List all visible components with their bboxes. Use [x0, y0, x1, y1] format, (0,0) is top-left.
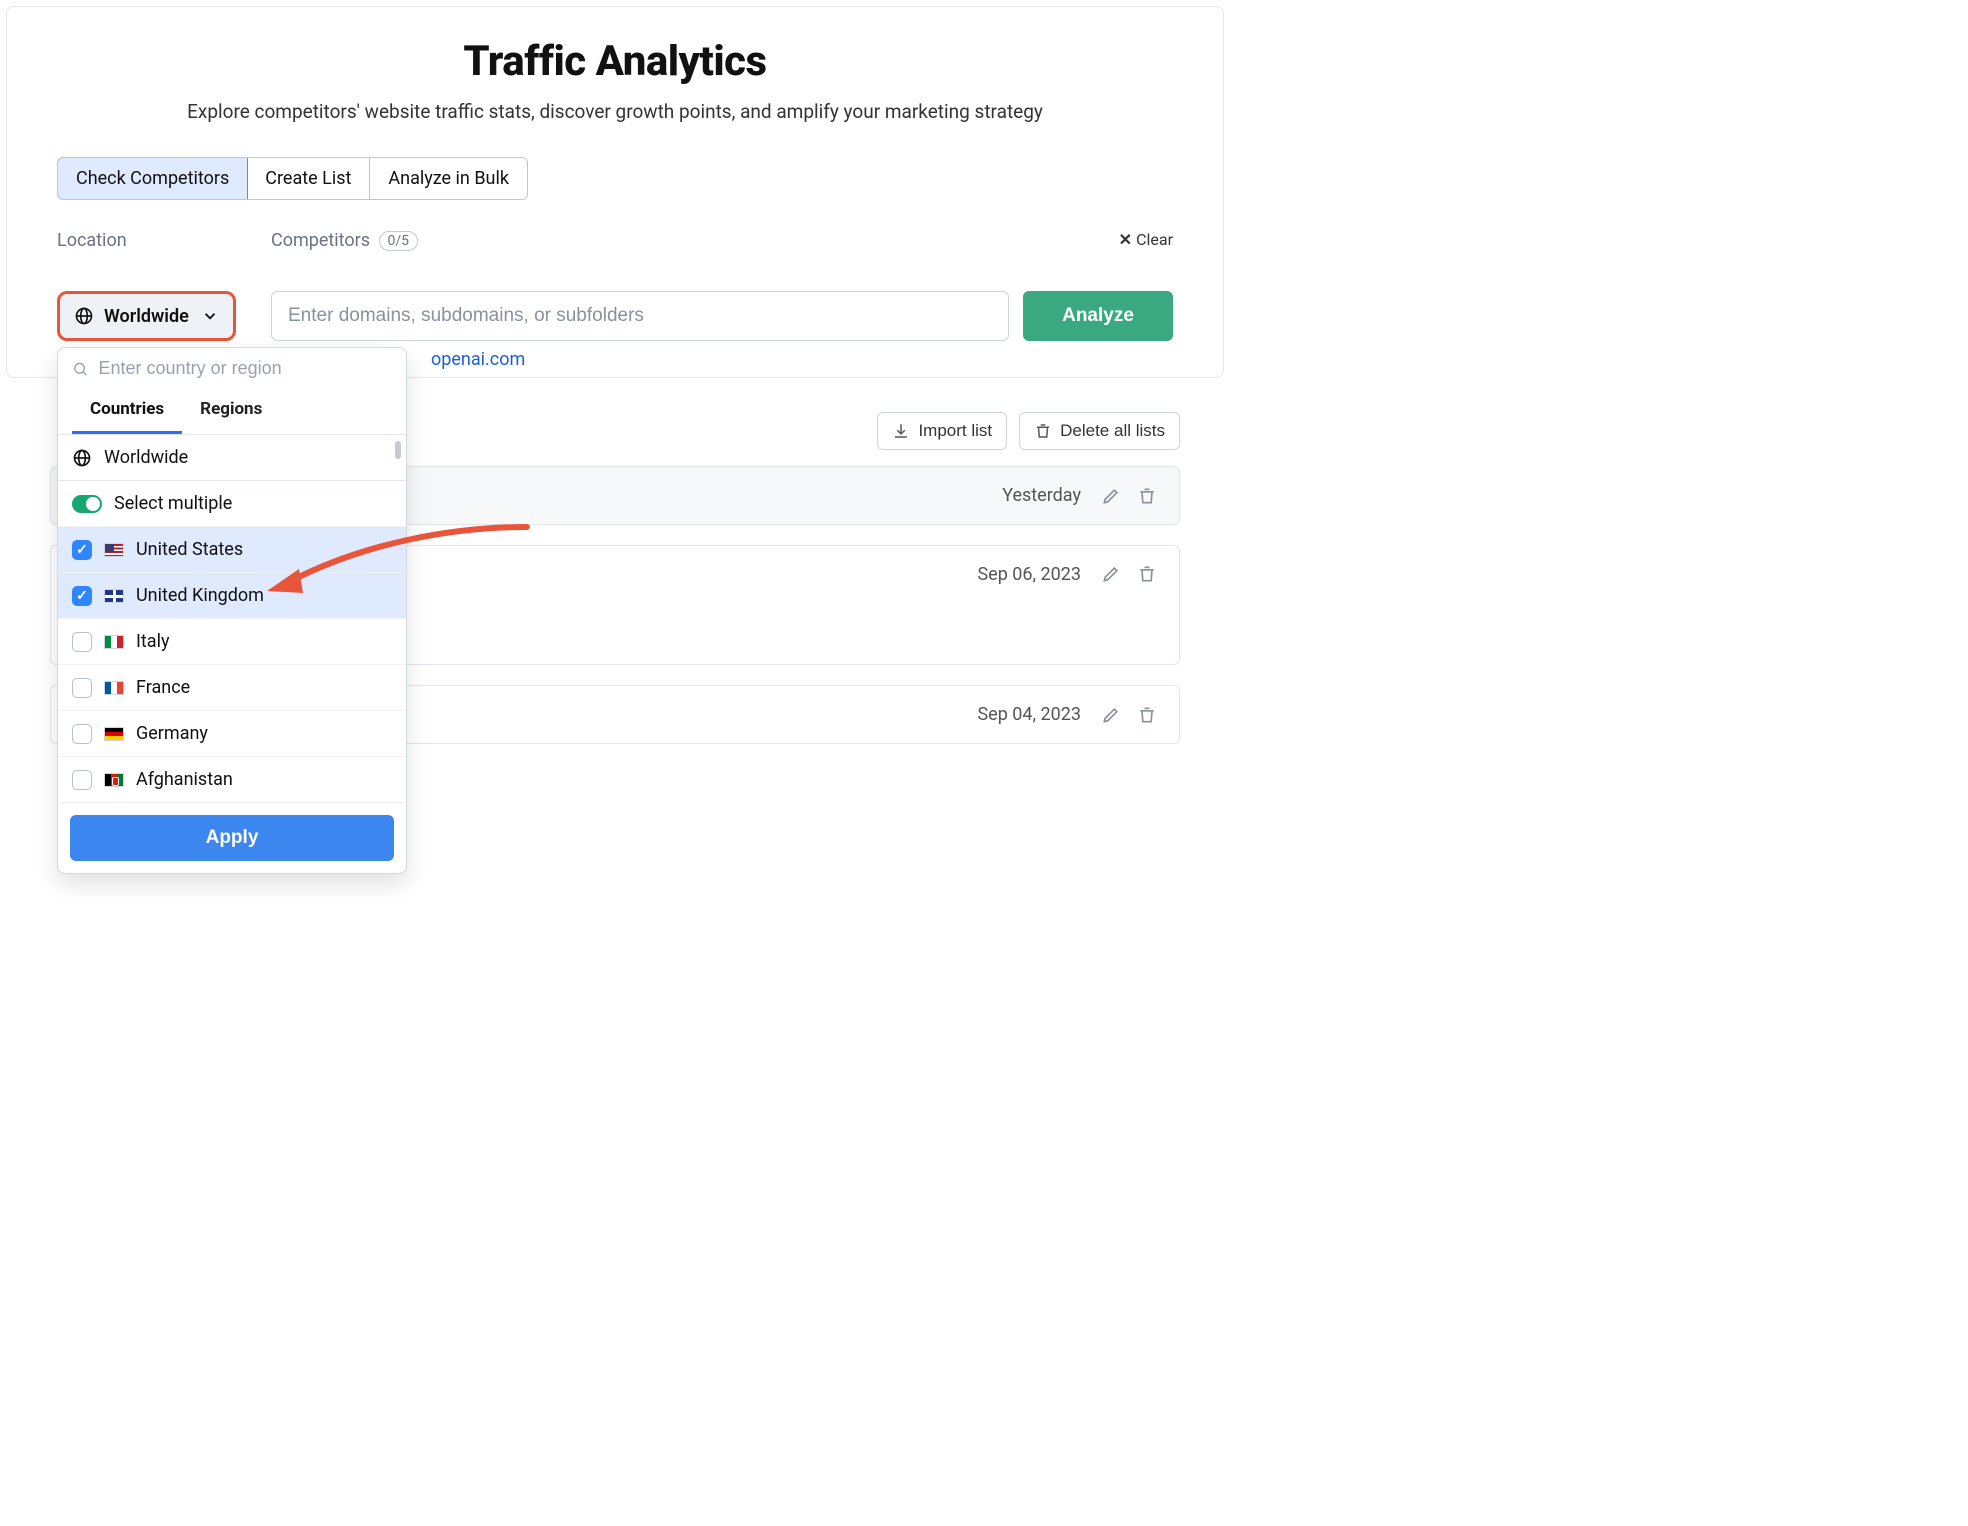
- page-title: Traffic Analytics: [57, 37, 1173, 86]
- flag-icon-us: [104, 543, 124, 557]
- import-list-button[interactable]: Import list: [877, 412, 1007, 450]
- edit-icon[interactable]: [1101, 564, 1121, 584]
- competitors-label: Competitors 0/5: [271, 230, 1009, 251]
- checkbox-empty-icon: [72, 678, 92, 698]
- dropdown-item-us[interactable]: ✓ United States: [58, 527, 406, 573]
- flag-icon-de: [104, 727, 124, 741]
- close-icon: ✕: [1119, 230, 1132, 249]
- toggle-on-icon: [72, 495, 102, 513]
- flag-icon-fr: [104, 681, 124, 695]
- dropdown-tab-regions[interactable]: Regions: [182, 389, 280, 434]
- checkbox-empty-icon: [72, 724, 92, 744]
- dropdown-item-uk[interactable]: ✓ United Kingdom: [58, 573, 406, 619]
- flag-icon-it: [104, 635, 124, 649]
- delete-all-label: Delete all lists: [1060, 421, 1165, 441]
- dropdown-item-label: Italy: [136, 631, 169, 652]
- competitors-label-text: Competitors: [271, 230, 370, 251]
- location-value: Worldwide: [104, 306, 189, 327]
- checkbox-empty-icon: [72, 632, 92, 652]
- domain-suggestion[interactable]: openai.com: [431, 349, 525, 370]
- select-multiple-label: Select multiple: [114, 493, 232, 514]
- page-subtitle: Explore competitors' website traffic sta…: [57, 100, 1173, 123]
- competitors-input[interactable]: [271, 291, 1009, 341]
- dropdown-item-afghanistan[interactable]: Afghanistan: [58, 757, 406, 803]
- checkbox-checked-icon: ✓: [72, 540, 92, 560]
- dropdown-tab-countries[interactable]: Countries: [72, 389, 182, 434]
- row-date: Sep 06, 2023: [977, 564, 1081, 585]
- checkbox-checked-icon: ✓: [72, 586, 92, 606]
- row-date: Yesterday: [1002, 485, 1081, 506]
- tab-analyze-bulk[interactable]: Analyze in Bulk: [370, 158, 527, 199]
- chevron-down-icon: [201, 307, 219, 325]
- tab-check-competitors[interactable]: Check Competitors: [57, 157, 248, 200]
- dropdown-item-france[interactable]: France: [58, 665, 406, 711]
- search-icon: [72, 360, 89, 378]
- clear-label: Clear: [1136, 230, 1173, 249]
- location-label: Location: [57, 230, 257, 251]
- dropdown-item-label: Germany: [136, 723, 208, 744]
- trash-icon: [1034, 422, 1052, 440]
- tab-create-list[interactable]: Create List: [247, 158, 370, 199]
- flag-icon-uk: [104, 589, 124, 603]
- dropdown-select-multiple[interactable]: Select multiple: [58, 481, 406, 527]
- download-icon: [892, 422, 910, 440]
- dropdown-item-label: France: [136, 677, 190, 698]
- dropdown-list: Worldwide Select multiple ✓ United State…: [58, 435, 406, 803]
- analyze-button[interactable]: Analyze: [1023, 291, 1173, 341]
- mode-tabs: Check Competitors Create List Analyze in…: [57, 157, 528, 200]
- scrollbar-thumb[interactable]: [395, 441, 401, 459]
- row-date: Sep 04, 2023: [977, 704, 1081, 725]
- dropdown-item-worldwide[interactable]: Worldwide: [58, 435, 406, 481]
- dropdown-tabs: Countries Regions: [58, 389, 406, 435]
- competitors-count-pill: 0/5: [379, 231, 419, 251]
- location-dropdown-button[interactable]: Worldwide: [57, 291, 236, 341]
- globe-icon: [74, 306, 94, 326]
- apply-button[interactable]: Apply: [70, 815, 394, 861]
- dropdown-item-label: Worldwide: [104, 447, 188, 468]
- delete-all-lists-button[interactable]: Delete all lists: [1019, 412, 1180, 450]
- checkbox-empty-icon: [72, 770, 92, 790]
- dropdown-item-label: Afghanistan: [136, 769, 233, 790]
- dropdown-search: [58, 348, 406, 389]
- trash-icon[interactable]: [1137, 705, 1157, 725]
- flag-icon-af: [104, 773, 124, 787]
- analytics-card: Traffic Analytics Explore competitors' w…: [6, 6, 1224, 378]
- trash-icon[interactable]: [1137, 564, 1157, 584]
- dropdown-item-label: United States: [136, 539, 243, 560]
- import-list-label: Import list: [918, 421, 992, 441]
- location-dropdown: Countries Regions Worldwide Select multi…: [57, 347, 407, 874]
- edit-icon[interactable]: [1101, 486, 1121, 506]
- clear-button[interactable]: ✕Clear: [1023, 230, 1173, 261]
- dropdown-item-germany[interactable]: Germany: [58, 711, 406, 757]
- globe-icon: [72, 448, 92, 468]
- edit-icon[interactable]: [1101, 705, 1121, 725]
- dropdown-search-input[interactable]: [99, 358, 392, 379]
- dropdown-item-label: United Kingdom: [136, 585, 264, 606]
- trash-icon[interactable]: [1137, 486, 1157, 506]
- dropdown-item-italy[interactable]: Italy: [58, 619, 406, 665]
